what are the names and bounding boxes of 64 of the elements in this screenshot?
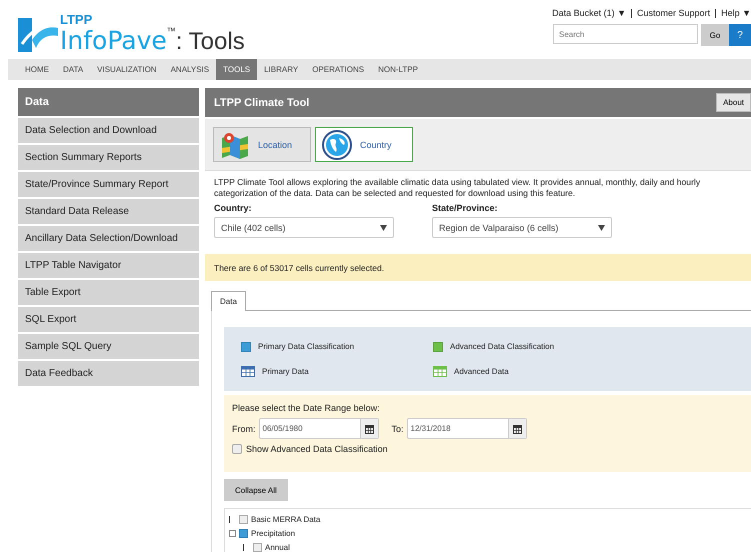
globe-icon bbox=[322, 130, 352, 160]
dropdown-caret-icon bbox=[380, 224, 387, 230]
from-date-field[interactable]: 06/05/1980 bbox=[258, 418, 378, 439]
legend-label: Primary Data bbox=[262, 366, 309, 376]
state-dropdown[interactable]: Region de Valparaiso (6 cells) bbox=[432, 217, 612, 238]
legend-label: Advanced Data bbox=[454, 366, 509, 376]
go-button[interactable]: Go bbox=[701, 24, 729, 46]
sidebar-item[interactable]: Section Summary Reports bbox=[18, 145, 199, 170]
mode-button[interactable]: Country bbox=[315, 127, 413, 162]
logo-icon bbox=[18, 18, 58, 52]
data-tab[interactable]: Data bbox=[211, 291, 246, 311]
help-button[interactable]: ? bbox=[729, 24, 751, 46]
about-button[interactable]: About bbox=[716, 93, 751, 112]
nav-tab[interactable]: ANALYSIS bbox=[164, 59, 216, 80]
tree-item[interactable]: Basic MERRA Data bbox=[251, 514, 320, 524]
sidebar-item[interactable]: State/Province Summary Report bbox=[18, 172, 199, 197]
description-text: LTPP Climate Tool allows exploring the available climatic data using tabulated view. It provides annual, monthly, daily and hourly categorization of the data. Data can be selected and requested for download using this feature. bbox=[214, 177, 702, 199]
tree-checkbox[interactable] bbox=[239, 528, 248, 538]
nav-tab[interactable]: NON-LTPP bbox=[371, 59, 425, 80]
tool-title: LTPP Climate Tool bbox=[214, 96, 310, 108]
tree-checkbox[interactable] bbox=[253, 542, 262, 552]
tree-checkbox[interactable] bbox=[239, 514, 248, 524]
checkbox-label: Show Advanced Data Classification bbox=[246, 444, 388, 454]
nav-tab[interactable]: VISUALIZATION bbox=[90, 59, 164, 80]
header-link[interactable]: Customer Support bbox=[637, 8, 710, 18]
tree-item[interactable]: Precipitation bbox=[251, 528, 296, 538]
dropdown-caret-icon bbox=[598, 224, 605, 230]
date-prompt: Please select the Date Range below: bbox=[232, 403, 381, 413]
sidebar-item[interactable]: Standard Data Release bbox=[18, 199, 199, 224]
header-link[interactable]: Help ▼ bbox=[721, 8, 751, 18]
sidebar-item[interactable]: Table Export bbox=[18, 280, 199, 305]
legend-label: Advanced Data Classification bbox=[450, 342, 554, 351]
country-dropdown[interactable]: Chile (402 cells) bbox=[214, 217, 394, 238]
logo-subtitle: LTPP bbox=[60, 13, 94, 26]
nav-tab[interactable]: OPERATIONS bbox=[305, 59, 372, 80]
nav-tab[interactable]: DATA bbox=[56, 59, 90, 80]
sidebar-header: Data bbox=[18, 88, 199, 116]
nav-tab[interactable]: LIBRARY bbox=[257, 59, 306, 80]
header-link[interactable]: Data Bucket (1) ▼ bbox=[552, 8, 626, 18]
calendar-icon bbox=[364, 424, 374, 434]
search-field[interactable]: Search bbox=[553, 24, 698, 44]
legend-label: Primary Data Classification bbox=[258, 342, 354, 351]
sidebar-item[interactable]: Ancillary Data Selection/Download bbox=[18, 226, 199, 251]
sidebar-item[interactable]: Data Feedback bbox=[18, 361, 199, 386]
sidebar-item[interactable]: SQL Export bbox=[18, 307, 199, 332]
from-label: From: bbox=[232, 424, 256, 434]
to-date-field[interactable]: 12/31/2018 bbox=[406, 418, 527, 439]
collapse-all-button[interactable]: Collapse All bbox=[224, 479, 288, 501]
trademark-mark: ™ bbox=[166, 26, 176, 36]
logo-suffix: : Tools bbox=[176, 27, 245, 57]
notice-text: There are 6 of 53017 cells currently selected. bbox=[214, 262, 384, 272]
nav-tab[interactable]: HOME bbox=[18, 59, 56, 80]
sidebar-item[interactable]: LTPP Table Navigator bbox=[18, 253, 199, 278]
checkbox[interactable] bbox=[232, 444, 242, 454]
state-label: State/Province: bbox=[432, 203, 499, 213]
logo-title: InfoPave bbox=[60, 26, 167, 56]
mode-button[interactable]: Location bbox=[213, 127, 311, 162]
to-label: To: bbox=[392, 424, 404, 434]
country-label: Country: bbox=[214, 203, 252, 213]
nav-tab[interactable]: TOOLS bbox=[216, 59, 258, 80]
sidebar-item[interactable]: Sample SQL Query bbox=[18, 334, 199, 359]
calendar-icon bbox=[512, 424, 522, 434]
tree-item[interactable]: Annual bbox=[265, 542, 290, 552]
sidebar-item[interactable]: Data Selection and Download bbox=[18, 118, 199, 143]
